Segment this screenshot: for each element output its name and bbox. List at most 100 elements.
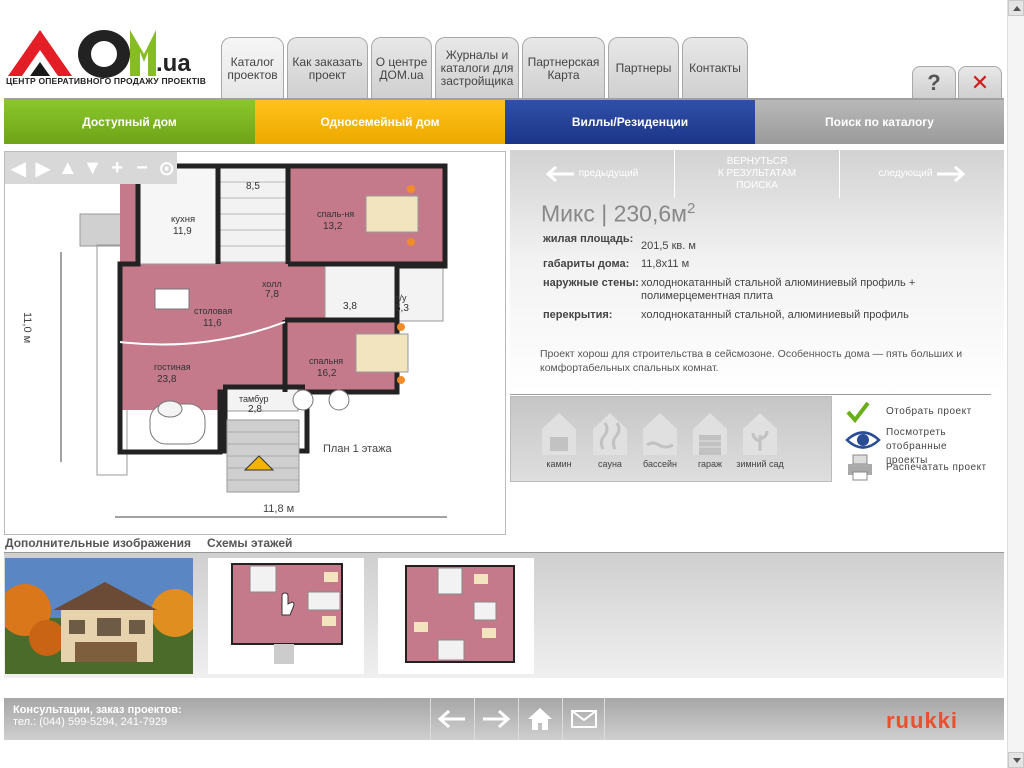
scroll-up-icon[interactable] xyxy=(1008,0,1024,16)
winter-garden-icon xyxy=(743,413,777,455)
select-project-link[interactable]: Отобрать проект xyxy=(845,400,971,424)
tab-label: Контакты xyxy=(689,61,741,75)
zoom-out-icon[interactable]: − xyxy=(132,157,153,179)
help-button[interactable]: ? xyxy=(912,66,956,98)
next-label: следующий xyxy=(878,168,933,179)
pool-icon xyxy=(643,413,677,455)
checkmark-icon xyxy=(846,401,870,424)
prev-project-link[interactable]: предыдущий xyxy=(510,150,674,198)
property-value: 201,5 кв. м xyxy=(641,240,696,252)
tab-catalog[interactable]: Каталог проектов xyxy=(221,37,284,99)
floor-1-scheme-thumbnail[interactable] xyxy=(208,558,364,674)
close-button[interactable]: ✕ xyxy=(958,66,1002,98)
tab-partner-map[interactable]: Партнерская Карта xyxy=(522,37,605,99)
room-area: 2,8 xyxy=(248,404,262,415)
category-villas[interactable]: Виллы/Резиденции xyxy=(505,100,755,144)
vertical-scrollbar[interactable] xyxy=(1007,0,1024,768)
tab-label: Партнерская Карта xyxy=(527,54,600,82)
floor-2-scheme-thumbnail[interactable] xyxy=(378,558,534,674)
amenity-winter-garden: зимний сад xyxy=(735,411,785,469)
project-title-sup: 2 xyxy=(686,200,696,217)
floor-plan-viewer[interactable]: ◀ ▶ ▲ ▼ + − ⊙ кухня 11,9 8,5 спаль-ня 13… xyxy=(4,151,506,535)
contact-title: Консультации, заказ проектов: xyxy=(13,704,182,716)
property-key: габариты дома: xyxy=(543,258,630,270)
tab-label: Как заказать проект xyxy=(292,54,363,82)
tab-magazines[interactable]: Журналы и каталоги для застройщика xyxy=(435,37,519,99)
tab-label: О центре ДОМ.ua xyxy=(375,54,428,82)
floor-plan-image xyxy=(60,163,448,518)
amenity-sauna: сауна xyxy=(585,411,635,469)
property-row: наружные стены: холоднокатанный стальной … xyxy=(543,272,993,304)
pan-left-icon[interactable]: ◀ xyxy=(8,157,29,180)
room-label: столовая xyxy=(194,306,233,316)
action-label: Распечатать проект xyxy=(886,462,987,473)
reset-zoom-icon[interactable]: ⊙ xyxy=(156,157,177,180)
footer-back-button[interactable] xyxy=(430,698,473,740)
property-row: габариты дома: 11,8х11 м xyxy=(543,254,993,272)
floor-schemes-label: Схемы этажей xyxy=(207,536,293,550)
back-label: ВЕРНУТЬСЯ К РЕЗУЛЬТАТАМ ПОИСКА xyxy=(717,156,797,191)
room-label: спаль-ня xyxy=(317,209,355,219)
site-logo[interactable]: .ua ЦЕНТР ОПЕРАТИВНОГО ПРОДАЖУ ПРОЕКТІВ xyxy=(6,26,211,94)
category-label: Поиск по каталогу xyxy=(825,115,934,129)
floor-2-scheme xyxy=(405,565,515,663)
category-bar: Доступный дом Односемейный дом Виллы/Рез… xyxy=(4,100,1004,144)
action-label: Отобрать проект xyxy=(886,406,972,417)
room-label: с/у xyxy=(395,293,407,303)
room-area: 13,2 xyxy=(323,221,343,232)
room-area: 11,9 xyxy=(173,226,192,237)
ruukki-logo[interactable]: ruukki xyxy=(886,708,958,734)
room-area: 11,6 xyxy=(203,318,222,329)
fireplace-icon xyxy=(542,413,576,455)
arrow-left-icon xyxy=(545,165,574,183)
category-affordable[interactable]: Доступный дом xyxy=(4,100,255,144)
house-photo xyxy=(5,558,193,674)
property-row: жилая площадь: 201,5 кв. м xyxy=(543,232,993,254)
details-divider xyxy=(510,394,991,395)
room-area: 23,8 xyxy=(157,374,177,385)
print-project-link[interactable]: Распечатать проект xyxy=(845,452,986,482)
floor-1-scheme xyxy=(231,563,343,664)
room-label: холл xyxy=(262,279,282,289)
mail-icon xyxy=(570,710,597,728)
room-area: 16,2 xyxy=(317,368,337,379)
extra-images-label: Дополнительные изображения xyxy=(5,536,192,550)
property-key: перекрытия: xyxy=(543,309,613,321)
arrow-left-icon xyxy=(437,709,465,729)
next-project-link[interactable]: следующий xyxy=(840,150,1004,198)
property-value: 11,8х11 м xyxy=(641,258,690,270)
category-search[interactable]: Поиск по каталогу xyxy=(755,100,1004,144)
property-row: перекрытия: холоднокатанный стальной, алю… xyxy=(543,304,993,323)
plan-caption: План 1 этажа xyxy=(323,443,392,455)
logo-suffix: .ua xyxy=(156,50,191,77)
pan-down-icon[interactable]: ▼ xyxy=(82,157,103,179)
plan-depth-dimension: 11,0 м xyxy=(21,312,33,344)
footer-forward-button[interactable] xyxy=(474,698,517,740)
tab-how-to-order[interactable]: Как заказать проект xyxy=(287,37,368,99)
amenity-fireplace: камин xyxy=(534,411,584,469)
house-photo-thumbnail[interactable] xyxy=(5,558,193,674)
zoom-in-icon[interactable]: + xyxy=(107,157,128,179)
home-icon xyxy=(528,708,552,730)
amenities-panel: камин сауна бассейн гараж зимний сад xyxy=(510,396,832,482)
project-title: Микс | 230,6м2 xyxy=(541,200,695,228)
tab-label: Журналы и каталоги для застройщика xyxy=(440,48,514,88)
tab-partners[interactable]: Партнеры xyxy=(608,37,679,99)
footer-mail-button[interactable] xyxy=(562,698,605,740)
back-to-results-link[interactable]: ВЕРНУТЬСЯ К РЕЗУЛЬТАТАМ ПОИСКА xyxy=(674,150,840,198)
project-navigation: предыдущий ВЕРНУТЬСЯ К РЕЗУЛЬТАТАМ ПОИСК… xyxy=(510,150,1004,198)
scroll-down-icon[interactable] xyxy=(1008,752,1024,768)
category-label: Виллы/Резиденции xyxy=(571,115,689,129)
category-single-family[interactable]: Односемейный дом xyxy=(255,100,505,144)
tab-about[interactable]: О центре ДОМ.ua xyxy=(371,37,432,99)
pan-up-icon[interactable]: ▲ xyxy=(57,157,78,179)
arrow-right-icon xyxy=(937,165,966,183)
room-label: гостиная xyxy=(154,362,191,372)
pan-right-icon[interactable]: ▶ xyxy=(33,157,54,180)
footer-home-button[interactable] xyxy=(518,698,561,740)
eye-icon xyxy=(845,431,881,449)
view-selected-link[interactable]: Посмотреть отобранные проекты xyxy=(845,426,947,466)
tab-label: Партнеры xyxy=(615,61,672,75)
footer-bar: Консультации, заказ проектов: тел.: (044… xyxy=(4,698,1004,740)
tab-contacts[interactable]: Контакты xyxy=(682,37,748,99)
